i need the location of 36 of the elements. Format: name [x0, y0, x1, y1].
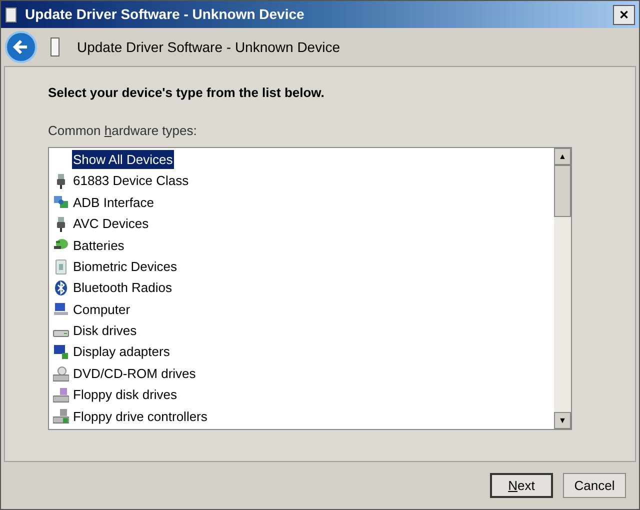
device-icon [5, 6, 17, 22]
optical-drive-icon [53, 366, 69, 382]
scrollbar[interactable]: ▲ ▼ [554, 148, 571, 429]
window-title: Update Driver Software - Unknown Device [25, 5, 304, 24]
device-list-item[interactable]: Computer [72, 300, 132, 320]
floppy-controller-icon [53, 408, 69, 424]
list-label: Common hardware types: [48, 122, 198, 140]
fingerprint-reader-icon [53, 258, 69, 275]
disk-drive-icon [53, 330, 69, 337]
device-list-item[interactable]: AVC Devices [72, 214, 150, 234]
cancel-button[interactable]: Cancel [563, 473, 626, 498]
device-list-item[interactable]: DVD/CD-ROM drives [72, 364, 197, 384]
floppy-drive-icon [53, 386, 69, 403]
device-list-item[interactable]: ADB Interface [72, 192, 155, 212]
network-icon [53, 194, 69, 210]
bluetooth-icon [53, 280, 69, 296]
device-icon [49, 37, 61, 57]
instruction-text: Select your device's type from the list below. [48, 84, 326, 102]
device-list-item[interactable]: Batteries [72, 236, 126, 255]
computer-icon [53, 301, 69, 318]
device-list-item[interactable]: Floppy disk drives [72, 385, 178, 405]
scroll-up-button[interactable]: ▲ [554, 148, 571, 165]
device-list-item[interactable]: Disk drives [72, 321, 138, 341]
device-list-item[interactable]: Biometric Devices [72, 256, 178, 276]
close-button[interactable]: ✕ [613, 4, 635, 24]
device-list-item[interactable]: Bluetooth Radios [72, 278, 174, 298]
device-list-item[interactable]: Show All Devices [72, 150, 174, 170]
scroll-down-button[interactable]: ▼ [554, 412, 571, 429]
scroll-thumb[interactable] [554, 165, 571, 217]
device-list-item[interactable]: Display adapters [72, 342, 171, 362]
monitor-icon [53, 344, 69, 360]
next-button[interactable]: Next [490, 473, 553, 498]
device-list-item[interactable]: Floppy drive controllers [72, 406, 208, 426]
wizard-title: Update Driver Software - Unknown Device [77, 38, 340, 57]
back-button[interactable] [5, 31, 37, 63]
device-list-item[interactable]: 61883 Device Class [72, 171, 190, 191]
